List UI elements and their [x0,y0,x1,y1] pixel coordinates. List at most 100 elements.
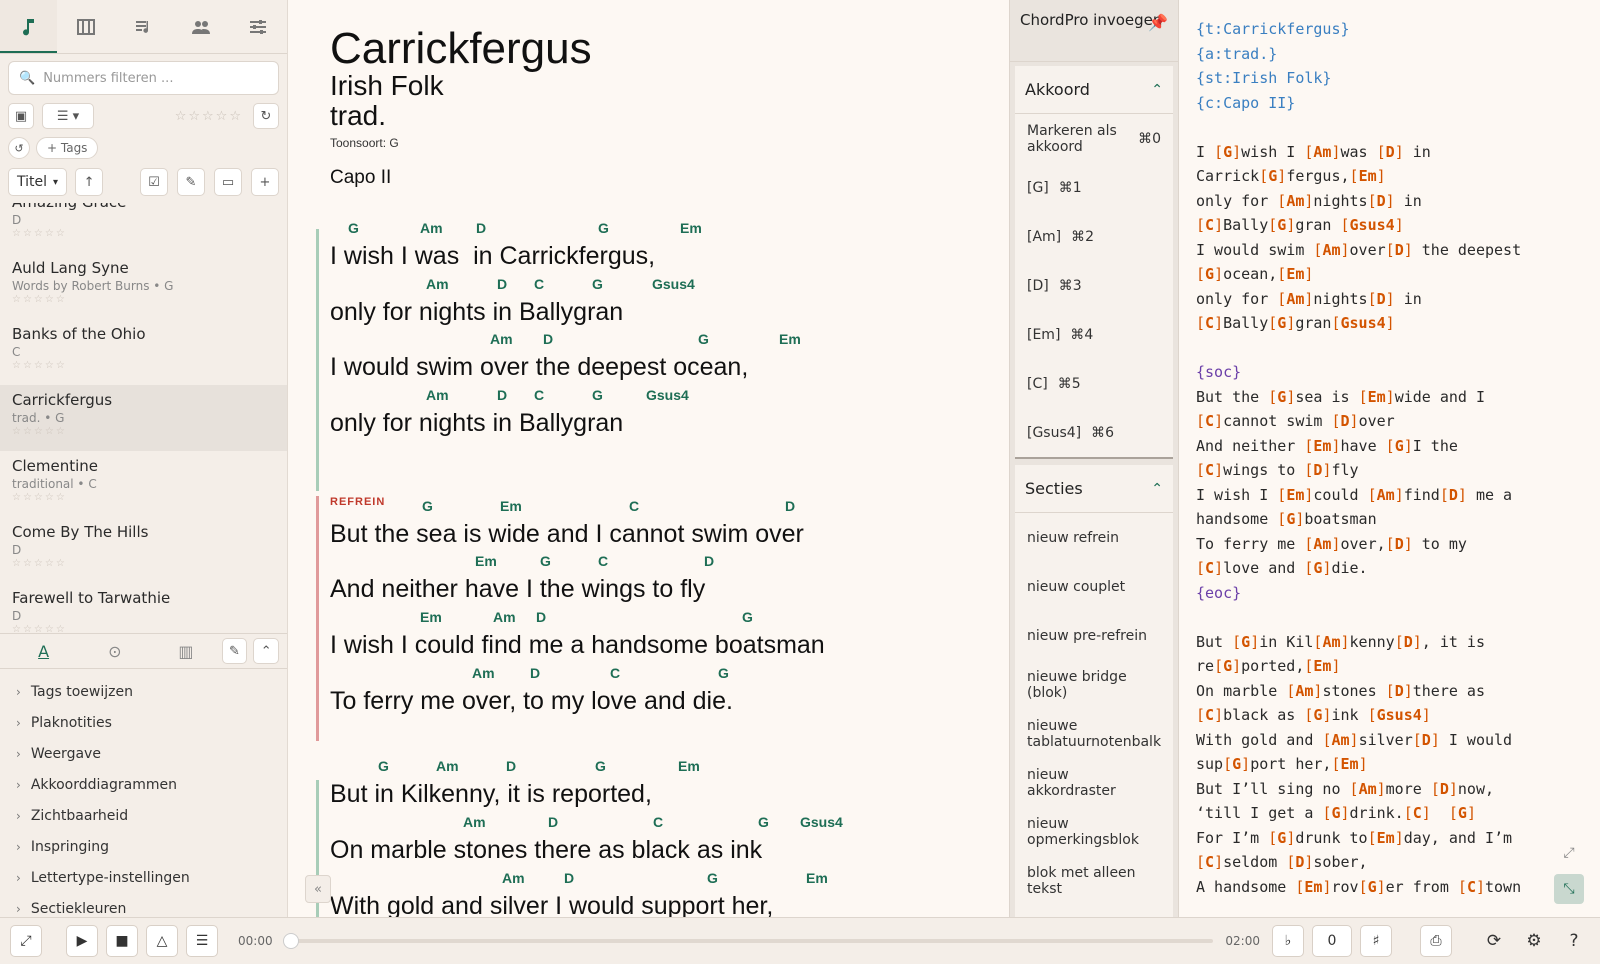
insert-chord-item[interactable]: [G] ⌘1 [1015,163,1173,212]
tab-instrument[interactable]: ▥ [150,642,221,661]
chordpro-source-editor[interactable]: {t:Carrickfergus} {a:trad.} {st:Irish Folk… [1180,0,1600,917]
chord-label[interactable]: D [476,220,486,236]
chord-label[interactable]: G [707,870,718,886]
tab-people[interactable] [172,0,229,53]
tab-playback[interactable]: ⊙ [79,642,150,661]
inspector-property[interactable]: › Lettertype-instellingen [0,862,287,893]
song-rating-stars[interactable]: ☆☆☆☆☆ [12,426,275,437]
inspector-property[interactable]: › Zichtbaarheid [0,800,287,831]
chord-label[interactable]: Gsus4 [800,814,843,830]
inspector-property[interactable]: › Sectiekleuren [0,893,287,917]
song-rating-stars[interactable]: ☆☆☆☆☆ [12,360,275,371]
mixer-button[interactable]: ☰ [186,925,218,957]
inspector-property[interactable]: › Weergave [0,738,287,769]
progress-slider[interactable] [282,933,1214,949]
chord-label[interactable]: C [653,814,663,830]
chord-label[interactable]: C [598,553,608,569]
song-rating-stars[interactable]: ☆☆☆☆☆ [12,624,275,633]
chord-section-header[interactable]: Akkoord ⌃ [1015,66,1173,114]
insert-chord-item[interactable]: [Am] ⌘2 [1015,212,1173,261]
edit-inspector-button[interactable]: ✎ [221,638,248,664]
chord-label[interactable]: D [497,387,507,403]
sync-button[interactable]: ⟳ [1478,925,1510,957]
insert-section-item[interactable]: blok met alleen tekst [1015,856,1173,905]
song-list-item[interactable]: Clementine traditional • C ☆☆☆☆☆ [0,451,287,517]
transpose-down-button[interactable]: ♭ [1272,925,1304,957]
chord-label[interactable]: C [534,276,544,292]
song-list-item[interactable]: Carrickfergus trad. • G ☆☆☆☆☆ [0,385,287,451]
chord-label[interactable]: Em [779,331,801,347]
expand-icon[interactable]: ⤢ [1554,838,1584,868]
song-list-item[interactable]: Come By The Hills D ☆☆☆☆☆ [0,517,287,583]
add-song-button[interactable]: + [251,168,279,196]
chord-label[interactable]: C [610,665,620,681]
chord-label[interactable]: D [497,276,507,292]
multi-select-button[interactable]: ☑ [140,168,168,196]
chord-label[interactable]: Am [420,220,443,236]
chord-label[interactable]: Am [463,814,486,830]
chord-label[interactable]: Am [472,665,495,681]
song-rating-stars[interactable]: ☆☆☆☆☆ [12,558,275,569]
collapse-panel-button[interactable]: « [305,875,331,903]
chord-label[interactable]: Am [493,609,516,625]
sort-direction-button[interactable]: ↑ [75,168,104,196]
chord-label[interactable]: Em [420,609,442,625]
insert-chord-item[interactable]: [C] ⌘5 [1015,359,1173,408]
chord-label[interactable]: D [506,758,516,774]
collapse-editor-button[interactable]: ⤡ [1554,874,1584,904]
archive-button[interactable]: ▣ [8,103,34,129]
print-button[interactable]: ⎙ [1420,925,1452,957]
edit-song-button[interactable]: ✎ [177,168,205,196]
insert-section-item[interactable]: nieuw akkordraster [1015,758,1173,807]
song-filter-input[interactable]: 🔍 Nummers filteren ... [8,61,279,95]
chord-label[interactable]: G [540,553,551,569]
chord-label[interactable]: G [595,758,606,774]
tab-piano[interactable] [57,0,114,53]
chord-label[interactable]: G [422,498,433,514]
tab-settings[interactable] [230,0,287,53]
tab-songs[interactable] [0,0,58,53]
song-rating-stars[interactable]: ☆☆☆☆☆ [12,294,275,305]
chord-label[interactable]: G [758,814,769,830]
add-tags-button[interactable]: + Tags [36,137,99,159]
inspector-property[interactable]: › Inspringing [0,831,287,862]
inspector-property[interactable]: › Tags toewijzen [0,676,287,707]
insert-chord-item[interactable]: [Gsus4] ⌘6 [1015,408,1173,457]
chord-label[interactable]: Em [806,870,828,886]
chord-label[interactable]: Em [678,758,700,774]
help-button[interactable]: ? [1558,925,1590,957]
sections-header[interactable]: Secties ⌃ [1015,465,1173,513]
reset-tags-button[interactable]: ↺ [8,137,30,159]
song-rating-stars[interactable]: ☆☆☆☆☆ [12,228,275,239]
insert-section-item[interactable]: nieuw refrein [1015,513,1173,562]
chord-label[interactable]: Em [500,498,522,514]
inspector-property[interactable]: › Akkoorddiagrammen [0,769,287,800]
chord-label[interactable]: D [548,814,558,830]
chord-label[interactable]: C [629,498,639,514]
song-list-item[interactable]: Amazing Grace D ☆☆☆☆☆ [0,203,287,253]
insert-section-item[interactable]: nieuw pre-refrein [1015,611,1173,660]
transpose-value[interactable]: 0 [1312,925,1352,957]
chord-label[interactable]: Am [426,387,449,403]
chord-label[interactable]: G [698,331,709,347]
chord-label[interactable]: D [536,609,546,625]
chord-label[interactable]: G [592,276,603,292]
insert-chord-item[interactable]: [Em] ⌘4 [1015,310,1173,359]
tab-playlists[interactable] [115,0,172,53]
chord-label[interactable]: G [378,758,389,774]
fullscreen-button[interactable]: ⤢ [10,925,42,957]
tab-text-style[interactable]: A [8,642,79,661]
chord-label[interactable]: G [598,220,609,236]
progress-knob[interactable] [282,933,299,949]
song-list-item[interactable]: Auld Lang Syne Words by Robert Burns • G… [0,253,287,319]
inspector-property[interactable]: › Plaknotities [0,707,287,738]
insert-section-item[interactable]: nieuw opmerkingsblok [1015,807,1173,856]
chord-label[interactable]: Gsus4 [646,387,689,403]
settings-button[interactable]: ⚙ [1518,925,1550,957]
insert-chord-item[interactable]: [D] ⌘3 [1015,261,1173,310]
transpose-up-button[interactable]: ♯ [1360,925,1392,957]
chord-label[interactable]: G [718,665,729,681]
chord-label[interactable]: Am [502,870,525,886]
sort-field-dropdown[interactable]: Titel ▾ [8,168,68,196]
refresh-button[interactable]: ↻ [253,103,279,129]
